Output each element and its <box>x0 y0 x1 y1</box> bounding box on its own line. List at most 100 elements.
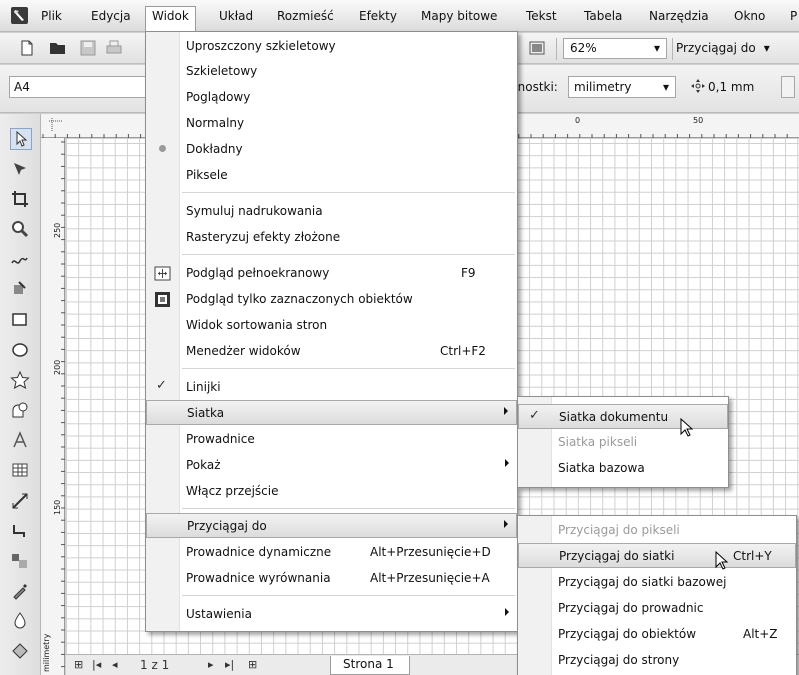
previous-page-icon[interactable]: ◂ <box>112 658 118 671</box>
smart-fill-tool-icon[interactable] <box>10 279 32 301</box>
shape-tool-icon[interactable] <box>10 159 32 181</box>
page-counter: 1 z 1 <box>140 658 170 672</box>
menu-rozmiesc[interactable]: Rozmieść <box>273 7 338 25</box>
page-size-dropdown[interactable]: A4 <box>9 76 161 98</box>
menu-item-document-grid[interactable]: ✓ Siatka dokumentu <box>518 404 728 429</box>
menu-item-shortcut: F9 <box>461 266 476 280</box>
menu-item-only-selected-preview[interactable]: Podgląd tylko zaznaczonych obiektów <box>146 287 517 312</box>
last-page-icon[interactable]: ▸| <box>225 658 234 671</box>
menu-mapy-bitowe[interactable]: Mapy bitowe <box>417 7 501 25</box>
menu-uklad[interactable]: Układ <box>215 7 257 25</box>
text-tool-icon[interactable] <box>10 430 32 452</box>
units-dropdown[interactable]: milimetry ▾ <box>568 76 676 98</box>
menu-item-baseline-grid[interactable]: Siatka bazowa <box>518 456 728 481</box>
add-page-after-icon[interactable]: ⊞ <box>248 658 257 671</box>
snap-to-dropdown[interactable]: Przyciągaj do ▾ <box>676 41 770 55</box>
eyedropper-tool-icon[interactable] <box>10 581 32 603</box>
menu-item-label: Uproszczony szkieletowy <box>186 39 336 53</box>
dimension-tool-icon[interactable] <box>10 491 32 513</box>
menu-plik[interactable]: Plik <box>37 7 66 25</box>
chevron-down-icon: ▾ <box>653 41 660 55</box>
nudge-spinner[interactable] <box>781 76 795 98</box>
menu-item-wireframe[interactable]: Szkieletowy <box>146 59 517 84</box>
menu-item-guidelines[interactable]: Prowadnice <box>146 427 517 452</box>
table-tool-icon[interactable] <box>10 460 32 482</box>
menu-item-label: Podgląd tylko zaznaczonych obiektów <box>186 292 413 306</box>
menu-item-rulers[interactable]: ✓ Linijki <box>146 375 517 400</box>
menu-item-label: Przyciągaj do siatki bazowej <box>558 575 727 589</box>
menu-item-rasterize-effects[interactable]: Rasteryzuj efekty złożone <box>146 225 517 250</box>
menu-item-alignment-guides[interactable]: Prowadnice wyrównania Alt+Przesunięcie+A <box>146 566 517 591</box>
fill-tool-icon[interactable] <box>10 641 32 663</box>
menu-efekty[interactable]: Efekty <box>355 7 401 25</box>
freehand-tool-icon[interactable] <box>10 249 32 271</box>
menu-item-full-screen-preview[interactable]: Podgląd pełnoekranowy F9 <box>146 261 517 286</box>
crop-tool-icon[interactable] <box>10 189 32 211</box>
zoom-level-dropdown[interactable]: 62% ▾ <box>563 38 667 59</box>
polygon-tool-icon[interactable] <box>10 370 32 392</box>
nudge-distance-icon <box>691 79 705 93</box>
menu-separator <box>182 595 515 596</box>
add-page-icon[interactable]: ⊞ <box>74 658 83 671</box>
menu-item-grid[interactable]: Siatka <box>146 400 517 425</box>
next-page-icon[interactable]: ▸ <box>208 658 214 671</box>
menu-edycja[interactable]: Edycja <box>87 7 135 25</box>
vertical-ruler[interactable]: 250 200 150 milimetry <box>41 138 65 675</box>
menu-item-snap-pixels[interactable]: Przyciągaj do pikseli <box>518 518 796 543</box>
menu-item-label: Symuluj nadrukowania <box>186 204 323 218</box>
pick-tool-icon[interactable] <box>10 128 32 150</box>
menu-item-label: Rasteryzuj efekty złożone <box>186 230 341 244</box>
nudge-distance-field[interactable]: 0,1 mm <box>708 80 754 94</box>
menu-item-simple-wireframe[interactable]: Uproszczony szkieletowy <box>146 34 517 59</box>
outline-tool-icon[interactable] <box>10 611 32 633</box>
menu-item-enable-rollover[interactable]: Włącz przejście <box>146 479 517 504</box>
menu-pomoc[interactable]: P <box>786 7 799 25</box>
menu-narzedzia[interactable]: Narzędzia <box>645 7 713 25</box>
menu-okno[interactable]: Okno <box>730 7 769 25</box>
menu-item-pixel-grid[interactable]: Siatka pikseli <box>518 430 728 455</box>
application-launcher-icon[interactable] <box>528 39 546 57</box>
app-logo-icon[interactable] <box>11 7 28 24</box>
menu-item-snap-objects[interactable]: Przyciągaj do obiektów Alt+Z <box>518 622 796 647</box>
menu-item-label: Ustawienia <box>186 607 252 621</box>
menu-item-draft[interactable]: Poglądowy <box>146 85 517 110</box>
menu-separator <box>182 368 515 369</box>
menu-item-normal[interactable]: Normalny <box>146 111 517 136</box>
basic-shapes-tool-icon[interactable] <box>10 400 32 422</box>
menu-item-page-sorter-view[interactable]: Widok sortowania stron <box>146 313 517 338</box>
connector-tool-icon[interactable] <box>10 521 32 543</box>
menu-item-simulate-overprints[interactable]: Symuluj nadrukowania <box>146 199 517 224</box>
mouse-cursor-icon <box>680 418 694 437</box>
page-tab[interactable]: Strona 1 <box>330 656 410 675</box>
menu-item-snap-page[interactable]: Przyciągaj do strony <box>518 648 796 673</box>
menu-item-label: Widok sortowania stron <box>186 318 328 332</box>
open-folder-icon[interactable] <box>49 39 67 57</box>
menu-item-dynamic-guides[interactable]: Prowadnice dynamiczne Alt+Przesunięcie+D <box>146 540 517 565</box>
menu-item-snap-grid[interactable]: Przyciągaj do siatki Ctrl+Y <box>518 543 796 568</box>
menu-item-snap-guidelines[interactable]: Przyciągaj do prowadnic <box>518 596 796 621</box>
menu-item-show[interactable]: Pokaż <box>146 453 517 478</box>
save-icon[interactable] <box>79 39 97 57</box>
ruler-origin-icon[interactable] <box>49 118 63 132</box>
menu-tekst[interactable]: Tekst <box>522 7 561 25</box>
print-icon[interactable] <box>105 39 123 57</box>
menu-item-label: Włącz przejście <box>186 484 279 498</box>
menu-item-snap-to[interactable]: Przyciągaj do <box>146 513 517 538</box>
first-page-icon[interactable]: |◂ <box>92 658 101 671</box>
menu-item-view-manager[interactable]: Menedżer widoków Ctrl+F2 <box>146 339 517 364</box>
menu-item-snap-baseline-grid[interactable]: Przyciągaj do siatki bazowej <box>518 570 796 595</box>
rectangle-tool-icon[interactable] <box>10 310 32 332</box>
ellipse-tool-icon[interactable] <box>10 340 32 362</box>
menu-item-shortcut: Alt+Przesunięcie+D <box>370 545 491 559</box>
menu-item-shortcut: Alt+Z <box>743 627 778 641</box>
menu-tabela[interactable]: Tabela <box>580 7 626 25</box>
menu-widok[interactable]: Widok <box>145 6 196 31</box>
menu-item-setup[interactable]: Ustawienia <box>146 602 517 627</box>
zoom-tool-icon[interactable] <box>10 219 32 241</box>
new-document-icon[interactable] <box>18 39 36 57</box>
menu-item-pixels[interactable]: Piksele <box>146 163 517 188</box>
grid-submenu: ✓ Siatka dokumentu Siatka pikseli Siatka … <box>517 396 729 488</box>
menu-item-enhanced[interactable]: Dokładny <box>146 137 517 162</box>
radio-selected-icon <box>159 145 166 152</box>
blend-tool-icon[interactable] <box>10 551 32 573</box>
